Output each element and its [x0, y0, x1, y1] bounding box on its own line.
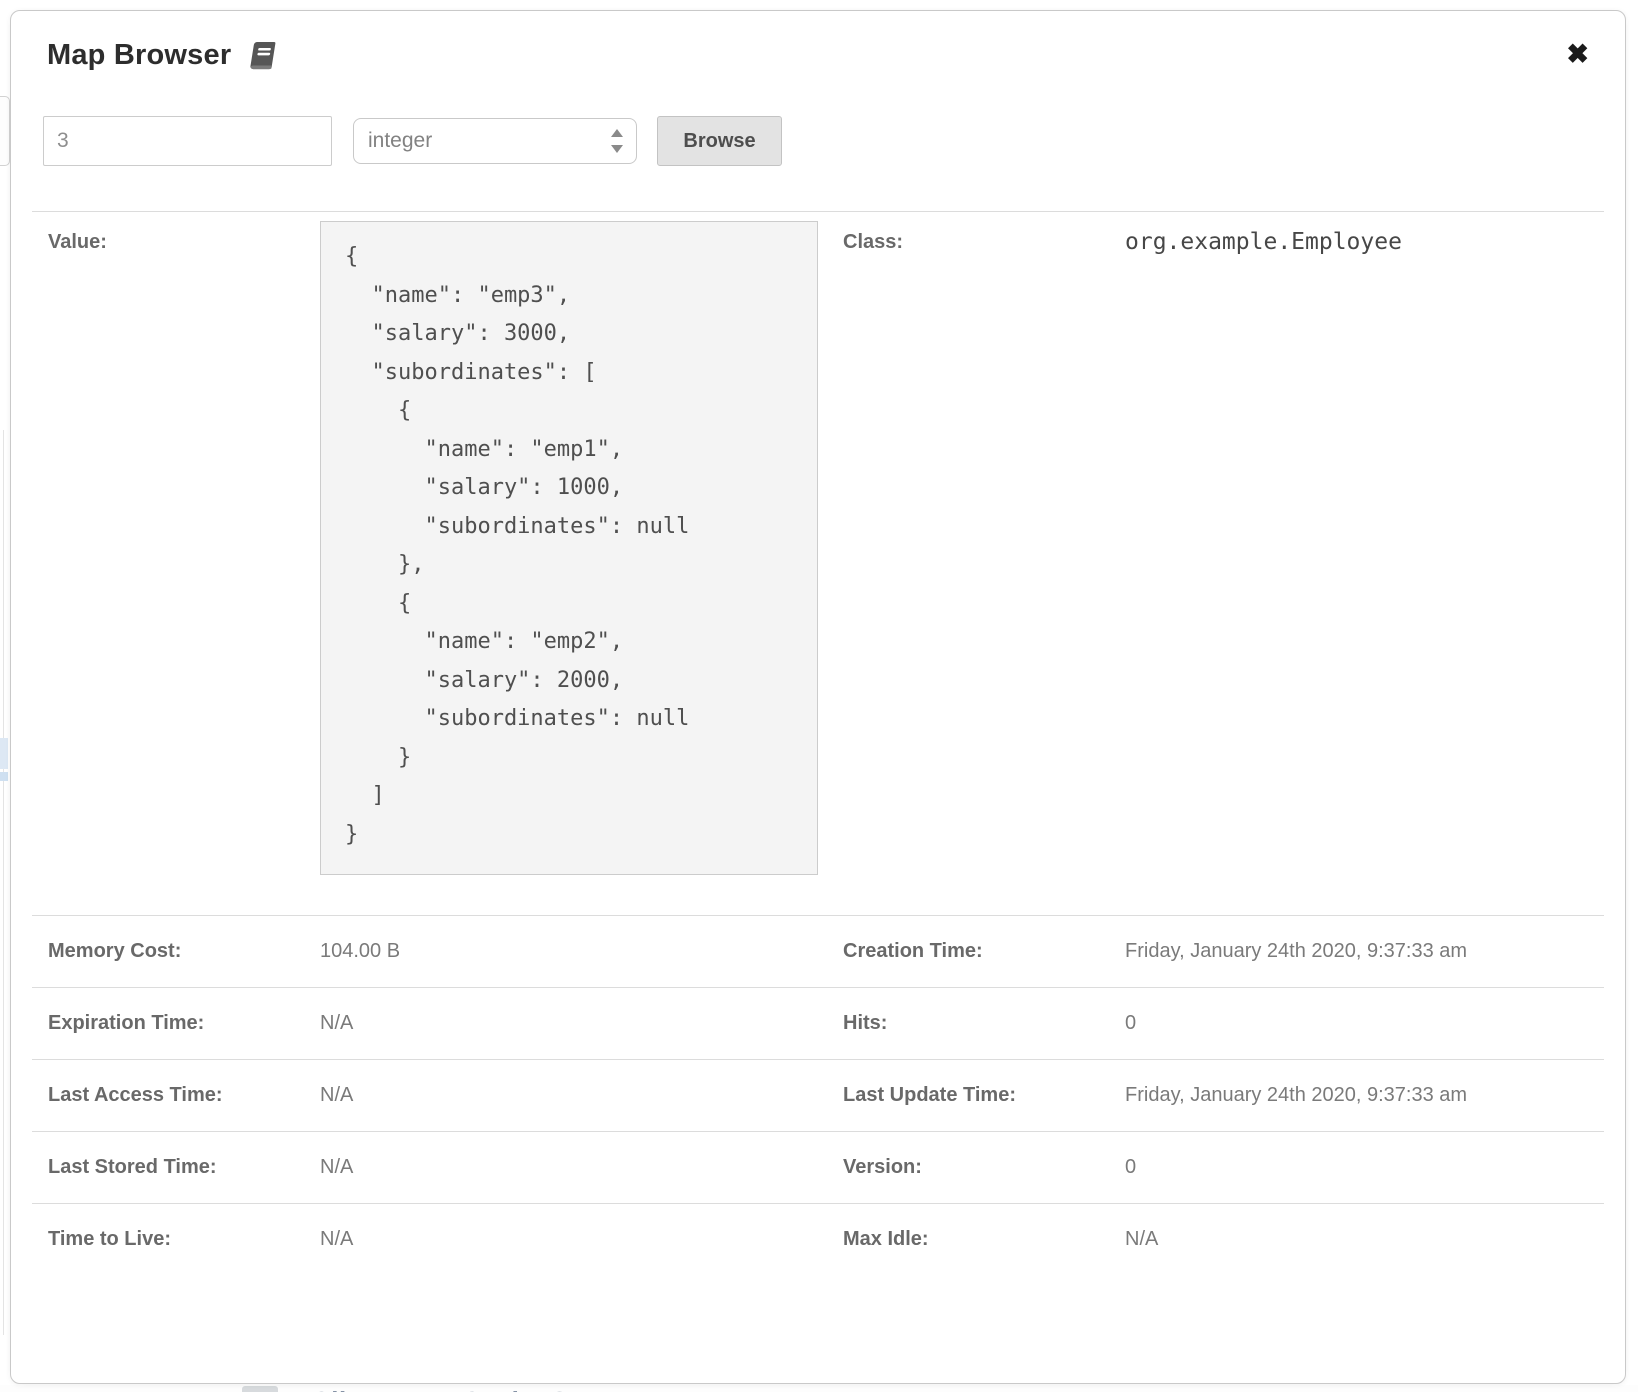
table-row: Time to Live: N/A Max Idle: N/A — [32, 1203, 1604, 1275]
key-type-selected-value: integer — [368, 129, 432, 153]
value-cell: { "name": "emp3", "salary": 3000, "subor… — [305, 212, 830, 915]
stat-value: N/A — [305, 988, 830, 1059]
entry-detail-table: Value: { "name": "emp3", "salary": 3000,… — [32, 211, 1604, 915]
key-type-select[interactable]: integer — [353, 118, 637, 164]
key-input[interactable] — [43, 116, 332, 166]
stat-value: N/A — [1110, 1204, 1604, 1275]
background-icon-box — [242, 1386, 278, 1392]
stat-label: Last Update Time: — [830, 1060, 1110, 1131]
modal-title: Map Browser — [47, 39, 231, 72]
stat-value: N/A — [305, 1060, 830, 1131]
book-icon — [245, 40, 277, 72]
stat-label: Time to Live: — [32, 1204, 305, 1275]
class-label: Class: — [830, 212, 1110, 915]
map-browser-modal: Map Browser ✖ integer — [10, 10, 1626, 1384]
background-row-sliver — [0, 738, 8, 769]
entry-stats-table: Memory Cost: 104.00 B Creation Time: Fri… — [32, 915, 1604, 1275]
close-icon[interactable]: ✖ — [1566, 41, 1589, 68]
stat-value: 0 — [1110, 1132, 1604, 1203]
stat-label: Expiration Time: — [32, 988, 305, 1059]
table-row: Expiration Time: N/A Hits: 0 — [32, 987, 1604, 1059]
table-row: Last Stored Time: N/A Version: 0 — [32, 1131, 1604, 1203]
stat-label: Memory Cost: — [32, 916, 305, 987]
stat-value: N/A — [305, 1132, 830, 1203]
stat-value: 0 — [1110, 988, 1604, 1059]
table-row: Last Access Time: N/A Last Update Time: … — [32, 1059, 1604, 1131]
background-page-bottom: Client Near Cache Summary — [0, 1385, 1638, 1392]
screen: Client Near Cache Summary Map Browser ✖ — [0, 0, 1638, 1392]
modal-header: Map Browser ✖ — [47, 39, 1597, 72]
background-edge-line — [3, 430, 4, 1335]
stat-label: Last Stored Time: — [32, 1132, 305, 1203]
background-edge-tab — [0, 96, 10, 166]
entry-row: Value: { "name": "emp3", "salary": 3000,… — [32, 211, 1604, 915]
browse-toolbar: integer Browse — [43, 114, 1604, 168]
stat-label: Creation Time: — [830, 916, 1110, 987]
stat-label: Hits: — [830, 988, 1110, 1059]
value-label: Value: — [32, 212, 305, 915]
class-value: org.example.Employee — [1110, 212, 1604, 915]
background-row-sliver — [0, 772, 8, 781]
stat-label: Last Access Time: — [32, 1060, 305, 1131]
stat-label: Version: — [830, 1132, 1110, 1203]
value-json-block: { "name": "emp3", "salary": 3000, "subor… — [320, 221, 818, 875]
chevron-up-down-icon — [610, 128, 624, 154]
stat-value: Friday, January 24th 2020, 9:37:33 am — [1110, 916, 1604, 987]
table-row: Memory Cost: 104.00 B Creation Time: Fri… — [32, 915, 1604, 987]
stat-value: N/A — [305, 1204, 830, 1275]
stat-label: Max Idle: — [830, 1204, 1110, 1275]
stat-value: 104.00 B — [305, 916, 830, 987]
browse-button[interactable]: Browse — [657, 116, 782, 166]
stat-value: Friday, January 24th 2020, 9:37:33 am — [1110, 1060, 1604, 1131]
background-section-heading: Client Near Cache Summary — [312, 1386, 673, 1392]
